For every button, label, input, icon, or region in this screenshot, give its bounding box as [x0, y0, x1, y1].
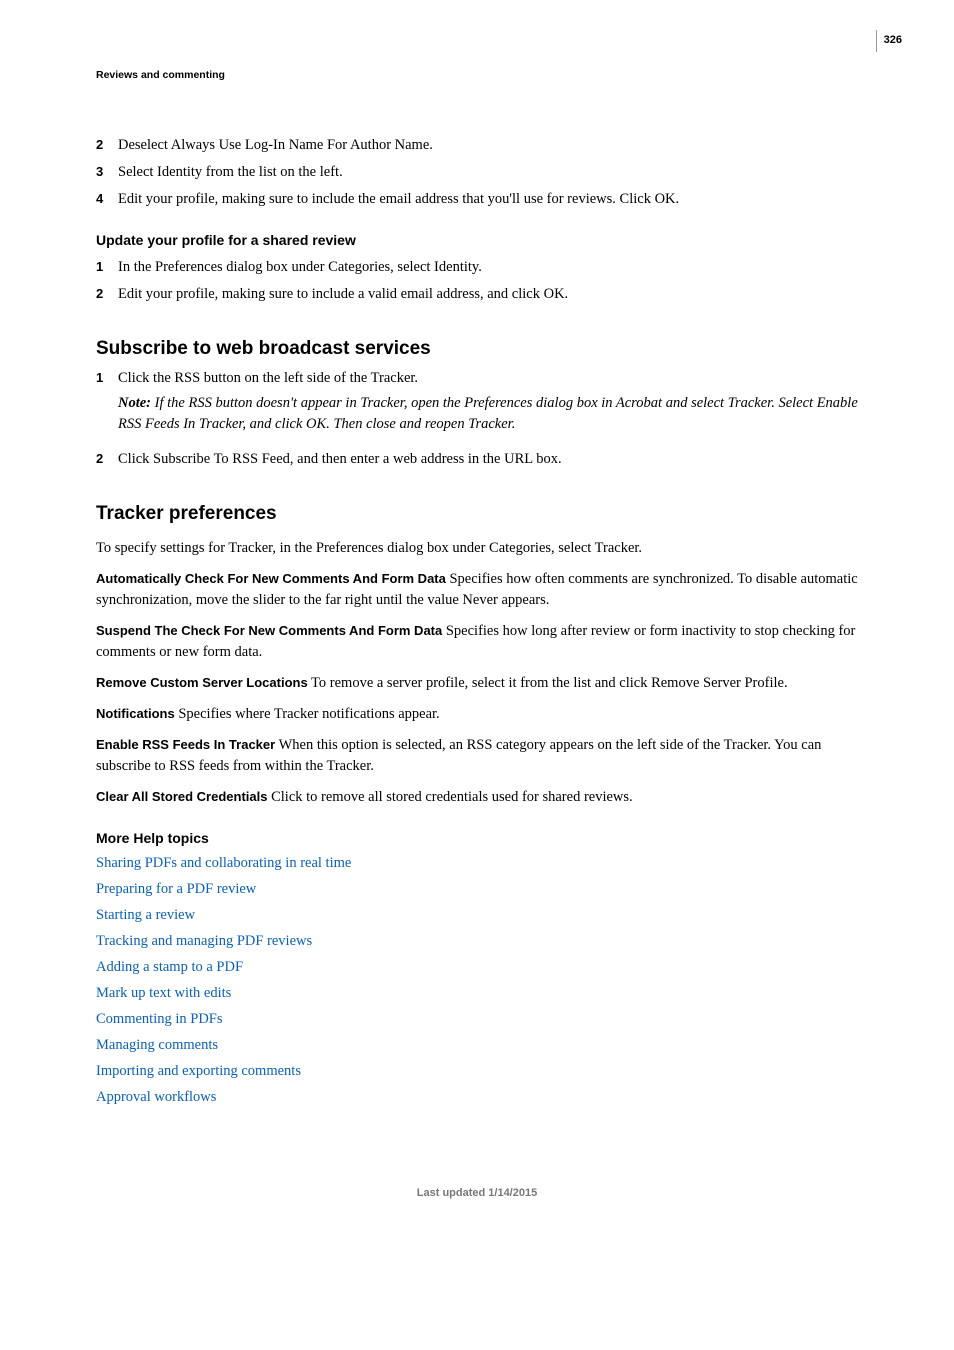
pref-item: Suspend The Check For New Comments And F…	[96, 621, 858, 663]
list-text: In the Preferences dialog box under Cate…	[118, 257, 858, 278]
pref-item: Automatically Check For New Comments And…	[96, 569, 858, 611]
pref-text: To remove a server profile, select it fr…	[308, 675, 788, 691]
pref-label: Automatically Check For New Comments And…	[96, 571, 446, 586]
list-text: Click Subscribe To RSS Feed, and then en…	[118, 449, 858, 470]
list-item: 1 Click the RSS button on the left side …	[96, 368, 858, 443]
list-number: 1	[96, 368, 118, 388]
help-link[interactable]: Adding a stamp to a PDF	[96, 957, 858, 978]
list-item: 2 Deselect Always Use Log-In Name For Au…	[96, 135, 858, 156]
list-item: 2 Edit your profile, making sure to incl…	[96, 284, 858, 305]
steps-list-3: 1 Click the RSS button on the left side …	[96, 368, 858, 470]
page-number: 326	[876, 30, 902, 52]
heading-subscribe: Subscribe to web broadcast services	[96, 335, 858, 363]
heading-more-help: More Help topics	[96, 828, 858, 848]
list-text: Edit your profile, making sure to includ…	[118, 284, 858, 305]
help-link[interactable]: Approval workflows	[96, 1087, 858, 1108]
note-label: Note:	[118, 395, 155, 411]
list-text: Select Identity from the list on the lef…	[118, 162, 858, 183]
running-head: Reviews and commenting	[96, 68, 858, 83]
list-item: 1 In the Preferences dialog box under Ca…	[96, 257, 858, 278]
list-text: Click the RSS button on the left side of…	[118, 368, 858, 389]
help-link[interactable]: Sharing PDFs and collaborating in real t…	[96, 853, 858, 874]
list-text: Edit your profile, making sure to includ…	[118, 189, 858, 210]
list-item: 3 Select Identity from the list on the l…	[96, 162, 858, 183]
steps-list-2: 1 In the Preferences dialog box under Ca…	[96, 257, 858, 305]
pref-item: Enable RSS Feeds In Tracker When this op…	[96, 735, 858, 777]
list-number: 3	[96, 162, 118, 182]
pref-label: Clear All Stored Credentials	[96, 789, 267, 804]
help-link[interactable]: Tracking and managing PDF reviews	[96, 931, 858, 952]
pref-item: Notifications Specifies where Tracker no…	[96, 704, 858, 725]
help-link[interactable]: Importing and exporting comments	[96, 1061, 858, 1082]
tracker-intro: To specify settings for Tracker, in the …	[96, 538, 858, 559]
pref-text: Click to remove all stored credentials u…	[267, 789, 632, 805]
help-link[interactable]: Mark up text with edits	[96, 983, 858, 1004]
heading-update-profile: Update your profile for a shared review	[96, 230, 858, 250]
note-text: If the RSS button doesn't appear in Trac…	[118, 395, 858, 432]
list-number: 1	[96, 257, 118, 277]
help-link[interactable]: Starting a review	[96, 905, 858, 926]
pref-label: Suspend The Check For New Comments And F…	[96, 623, 442, 638]
pref-item: Clear All Stored Credentials Click to re…	[96, 787, 858, 808]
steps-list-1: 2 Deselect Always Use Log-In Name For Au…	[96, 135, 858, 210]
list-number: 2	[96, 135, 118, 155]
list-number: 4	[96, 189, 118, 209]
heading-tracker-prefs: Tracker preferences	[96, 500, 858, 528]
pref-item: Remove Custom Server Locations To remove…	[96, 673, 858, 694]
footer-last-updated: Last updated 1/14/2015	[96, 1186, 858, 1202]
help-link[interactable]: Commenting in PDFs	[96, 1009, 858, 1030]
note: Note: If the RSS button doesn't appear i…	[118, 393, 858, 435]
list-body: Click the RSS button on the left side of…	[118, 368, 858, 443]
list-item: 2 Click Subscribe To RSS Feed, and then …	[96, 449, 858, 470]
list-number: 2	[96, 284, 118, 304]
list-item: 4 Edit your profile, making sure to incl…	[96, 189, 858, 210]
pref-text: Specifies where Tracker notifications ap…	[175, 706, 440, 722]
list-number: 2	[96, 449, 118, 469]
help-link[interactable]: Managing comments	[96, 1035, 858, 1056]
pref-label: Remove Custom Server Locations	[96, 675, 308, 690]
help-link[interactable]: Preparing for a PDF review	[96, 879, 858, 900]
pref-label: Notifications	[96, 706, 175, 721]
pref-label: Enable RSS Feeds In Tracker	[96, 737, 275, 752]
list-text: Deselect Always Use Log-In Name For Auth…	[118, 135, 858, 156]
